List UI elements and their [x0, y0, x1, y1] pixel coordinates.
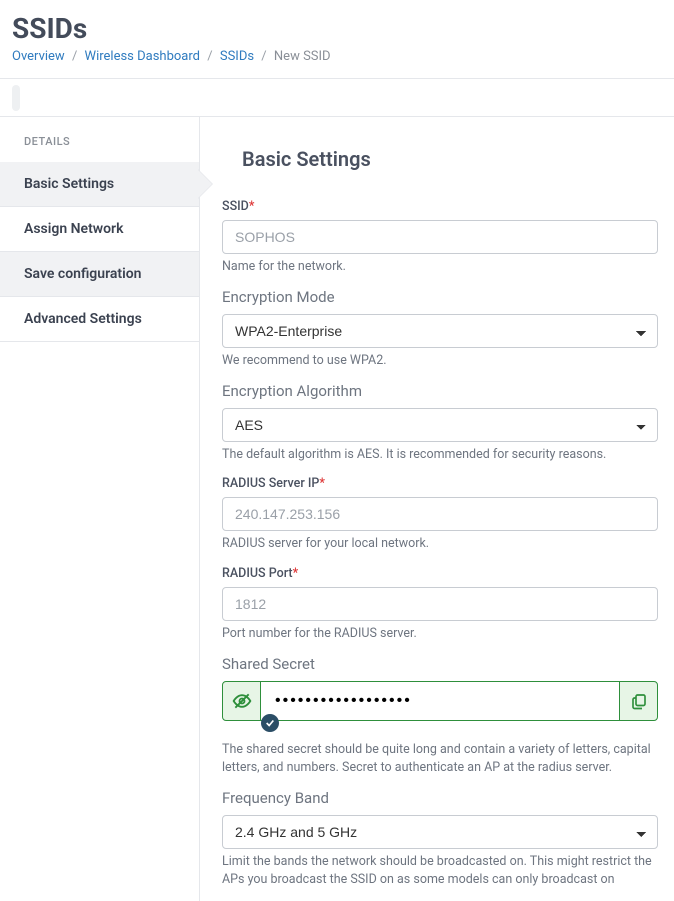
field-radius-ip: RADIUS Server IP* RADIUS server for your…: [222, 476, 658, 553]
page-title: SSIDs: [12, 12, 662, 45]
main-content: Basic Settings SSID* Name for the networ…: [200, 117, 674, 901]
encryption-mode-select[interactable]: WPA2-Enterprise: [222, 314, 658, 348]
sidebar-item-advanced-settings[interactable]: Advanced Settings: [0, 297, 199, 342]
breadcrumb-separator: /: [203, 49, 216, 64]
encryption-mode-help: We recommend to use WPA2.: [222, 352, 658, 370]
page-header: SSIDs Overview / Wireless Dashboard / SS…: [0, 0, 674, 79]
required-indicator: *: [293, 566, 299, 581]
radius-ip-help: RADIUS server for your local network.: [222, 535, 658, 553]
field-radius-port: RADIUS Port* Port number for the RADIUS …: [222, 566, 658, 643]
required-indicator: *: [319, 476, 325, 491]
toolbar-spacer: [0, 79, 674, 117]
breadcrumb: Overview / Wireless Dashboard / SSIDs / …: [12, 49, 662, 64]
sidebar: DETAILS Basic Settings Assign Network Sa…: [0, 117, 200, 901]
encryption-algorithm-select[interactable]: AES: [222, 408, 658, 442]
shared-secret-label: Shared Secret: [222, 655, 658, 673]
sidebar-item-label: Advanced Settings: [24, 311, 142, 327]
radius-port-help: Port number for the RADIUS server.: [222, 625, 658, 643]
sidebar-item-assign-network[interactable]: Assign Network: [0, 207, 199, 252]
sidebar-item-label: Basic Settings: [24, 176, 114, 192]
breadcrumb-separator: /: [257, 49, 270, 64]
toolbar-chip: [12, 85, 20, 111]
frequency-band-help: Limit the bands the network should be br…: [222, 853, 658, 889]
field-encryption-mode: Encryption Mode WPA2-Enterprise We recom…: [222, 288, 658, 370]
shared-secret-input[interactable]: [261, 682, 619, 720]
required-indicator: *: [249, 199, 255, 214]
breadcrumb-wireless-dashboard[interactable]: Wireless Dashboard: [85, 49, 200, 64]
encryption-mode-label: Encryption Mode: [222, 288, 658, 306]
sidebar-item-save-configuration[interactable]: Save configuration: [0, 252, 199, 297]
shared-secret-help: The shared secret should be quite long a…: [222, 741, 658, 777]
radius-port-label: RADIUS Port*: [222, 566, 658, 581]
section-title: Basic Settings: [242, 147, 658, 171]
breadcrumb-ssids[interactable]: SSIDs: [220, 49, 254, 64]
sidebar-item-label: Save configuration: [24, 266, 141, 282]
ssid-input[interactable]: [222, 220, 658, 254]
ssid-help: Name for the network.: [222, 258, 658, 276]
radius-ip-input[interactable]: [222, 497, 658, 531]
check-badge-icon: [261, 714, 279, 732]
frequency-band-select[interactable]: 2.4 GHz and 5 GHz: [222, 815, 658, 849]
encryption-algorithm-label: Encryption Algorithm: [222, 382, 658, 400]
radius-port-input[interactable]: [222, 587, 658, 621]
frequency-band-label: Frequency Band: [222, 789, 658, 807]
copy-secret-button[interactable]: [619, 682, 657, 720]
breadcrumb-overview[interactable]: Overview: [12, 49, 65, 64]
ssid-label: SSID*: [222, 199, 658, 214]
breadcrumb-current: New SSID: [274, 49, 331, 64]
field-shared-secret: Shared Secret: [222, 655, 658, 777]
sidebar-item-basic-settings[interactable]: Basic Settings: [0, 162, 199, 207]
field-frequency-band: Frequency Band 2.4 GHz and 5 GHz Limit t…: [222, 789, 658, 889]
field-encryption-algorithm: Encryption Algorithm AES The default alg…: [222, 382, 658, 464]
shared-secret-wrap: [222, 681, 658, 721]
sidebar-item-label: Assign Network: [24, 221, 123, 237]
encryption-algorithm-help: The default algorithm is AES. It is reco…: [222, 446, 658, 464]
clipboard-icon: [630, 692, 648, 710]
radius-ip-label: RADIUS Server IP*: [222, 476, 658, 491]
eye-slash-icon: [232, 691, 252, 711]
breadcrumb-separator: /: [68, 49, 81, 64]
main-layout: DETAILS Basic Settings Assign Network Sa…: [0, 117, 674, 901]
sidebar-heading: DETAILS: [0, 117, 199, 162]
field-ssid: SSID* Name for the network.: [222, 199, 658, 276]
toggle-visibility-button[interactable]: [223, 682, 261, 720]
